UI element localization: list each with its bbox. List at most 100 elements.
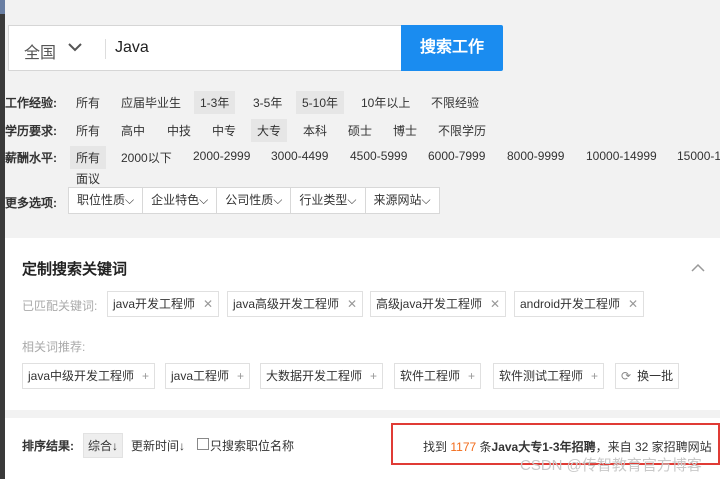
dropdown-label: 企业特色 — [151, 193, 200, 207]
dropdown-label: 行业类型 — [299, 193, 348, 207]
experience-option[interactable]: 不限经验 — [425, 91, 485, 114]
dropdown-label: 公司性质 — [225, 193, 274, 207]
experience-option-selected[interactable]: 1-3年 — [194, 91, 236, 114]
dropdown-company-type[interactable]: 公司性质⌵ — [217, 188, 292, 213]
related-keyword-tag[interactable]: 大数据开发工程师 + — [260, 363, 384, 389]
tag-label: java工程师 — [171, 369, 230, 383]
related-keyword-tag[interactable]: 软件测试工程师 + — [493, 363, 605, 389]
education-option[interactable]: 博士 — [387, 119, 423, 142]
salary-option[interactable]: 10000-14999 — [580, 146, 663, 166]
experience-option[interactable]: 10年以上 — [355, 91, 416, 114]
custom-keywords-panel: 定制搜索关键词 已匹配关键词: java开发工程师 ✕ java高级开发工程师 ✕ … — [5, 238, 720, 410]
plus-icon[interactable]: + — [591, 369, 598, 383]
plus-icon[interactable]: + — [237, 369, 244, 383]
salary-option[interactable]: 3000-4499 — [265, 146, 334, 166]
salary-option[interactable]: 2000以下 — [115, 146, 178, 169]
search-box: 全国 Java — [8, 25, 401, 71]
search-button[interactable]: 搜索工作 — [401, 25, 503, 71]
result-sites: 32 — [634, 440, 649, 454]
tag-label: 高级java开发工程师 — [376, 297, 483, 311]
tag-label: 软件工程师 — [400, 369, 461, 383]
tag-label: java开发工程师 — [113, 297, 196, 311]
search-input[interactable]: Java — [115, 39, 149, 57]
divider — [105, 39, 106, 59]
sort-arrow-icon: ↓ — [112, 439, 119, 453]
refresh-label: 换一批 — [637, 369, 674, 383]
city-select[interactable]: 全国 — [24, 39, 56, 63]
watermark: CSDN @传智教育官方博客 — [520, 457, 702, 474]
more-options-label: 更多选项: — [5, 196, 57, 210]
matched-keyword-tag[interactable]: java开发工程师 ✕ — [107, 291, 220, 317]
education-option[interactable]: 所有 — [70, 119, 106, 142]
plus-icon[interactable]: + — [468, 369, 475, 383]
salary-option[interactable]: 8000-9999 — [501, 146, 570, 166]
chevron-down-icon: ⌵ — [273, 193, 283, 207]
left-edge-thumb — [0, 0, 5, 14]
sort-update-time-label: 更新时间 — [131, 439, 180, 453]
refresh-icon: ⟳ — [621, 369, 632, 383]
dropdown-source-site[interactable]: 来源网站⌵ — [366, 188, 439, 213]
education-option[interactable]: 高中 — [115, 119, 151, 142]
related-keywords-label: 相关词推荐: — [22, 340, 86, 354]
only-title-label[interactable]: 只搜索职位名称 — [210, 437, 294, 454]
experience-label: 工作经验: — [5, 96, 57, 110]
result-count: 1177 — [450, 440, 477, 454]
tag-label: 大数据开发工程师 — [266, 369, 363, 383]
matched-keyword-tag[interactable]: 高级java开发工程师 ✕ — [370, 291, 507, 317]
tag-label: java中级开发工程师 — [28, 369, 135, 383]
experience-option-selected[interactable]: 5-10年 — [296, 91, 345, 114]
plus-icon[interactable]: + — [142, 369, 149, 383]
chevron-down-icon[interactable] — [67, 40, 83, 54]
chevron-down-icon: ⌵ — [125, 193, 135, 207]
plus-icon[interactable]: + — [370, 369, 377, 383]
salary-option[interactable]: 2000-2999 — [187, 146, 256, 166]
experience-option[interactable]: 应届毕业生 — [115, 91, 187, 114]
education-option[interactable]: 硕士 — [342, 119, 378, 142]
experience-option[interactable]: 所有 — [70, 91, 106, 114]
only-title-checkbox[interactable] — [197, 438, 209, 450]
close-icon[interactable]: ✕ — [490, 297, 500, 311]
tag-label: java高级开发工程师 — [233, 297, 340, 311]
tag-label: android开发工程师 — [520, 297, 621, 311]
salary-option[interactable]: 15000-1 — [671, 146, 720, 166]
education-option[interactable]: 本科 — [297, 119, 333, 142]
chevron-down-icon: ⌵ — [199, 193, 209, 207]
dropdown-company-features[interactable]: 企业特色⌵ — [143, 188, 218, 213]
chevron-down-icon: ⌵ — [347, 193, 357, 207]
sort-arrow-icon: ↓ — [179, 439, 186, 453]
matched-keyword-tag[interactable]: android开发工程师 ✕ — [514, 291, 645, 317]
related-keyword-tag[interactable]: java中级开发工程师 + — [22, 363, 156, 389]
sort-label: 排序结果: — [22, 439, 74, 453]
tag-label: 软件测试工程师 — [499, 369, 584, 383]
sort-update-time-button[interactable]: 更新时间↓ — [131, 437, 185, 454]
education-label: 学历要求: — [5, 124, 57, 138]
sort-comprehensive-label: 综合 — [88, 439, 113, 453]
dropdown-label: 来源网站 — [373, 193, 422, 207]
result-query: Java大专1-3年招聘 — [491, 440, 596, 454]
close-icon[interactable]: ✕ — [347, 297, 357, 311]
related-keyword-tag[interactable]: java工程师 + — [165, 363, 251, 389]
close-icon[interactable]: ✕ — [628, 297, 638, 311]
education-option[interactable]: 不限学历 — [432, 119, 492, 142]
close-icon[interactable]: ✕ — [203, 297, 213, 311]
salary-option[interactable]: 6000-7999 — [422, 146, 491, 166]
education-option-selected[interactable]: 大专 — [251, 119, 288, 142]
related-keyword-tag[interactable]: 软件工程师 + — [394, 363, 482, 389]
sort-comprehensive-button[interactable]: 综合↓ — [83, 433, 124, 458]
refresh-button[interactable]: ⟳ 换一批 — [615, 363, 680, 389]
education-option[interactable]: 中技 — [161, 119, 197, 142]
result-suffix: 家招聘网站 — [651, 440, 712, 454]
salary-label: 薪酬水平: — [5, 151, 57, 165]
chevron-up-icon[interactable] — [691, 262, 705, 272]
matched-keyword-tag[interactable]: java高级开发工程师 ✕ — [227, 291, 364, 317]
experience-option[interactable]: 3-5年 — [247, 91, 288, 114]
result-middle: 条 — [479, 440, 492, 454]
salary-option-selected[interactable]: 所有 — [70, 146, 107, 169]
result-from: ，来自 — [595, 440, 632, 454]
dropdown-job-type[interactable]: 职位性质⌵ — [69, 188, 144, 213]
education-option[interactable]: 中专 — [206, 119, 242, 142]
dropdown-label: 职位性质 — [77, 193, 126, 207]
dropdown-industry[interactable]: 行业类型⌵ — [291, 188, 366, 213]
more-options-dropdowns: 职位性质⌵ 企业特色⌵ 公司性质⌵ 行业类型⌵ 来源网站⌵ — [68, 187, 440, 214]
salary-option[interactable]: 4500-5999 — [344, 146, 413, 166]
